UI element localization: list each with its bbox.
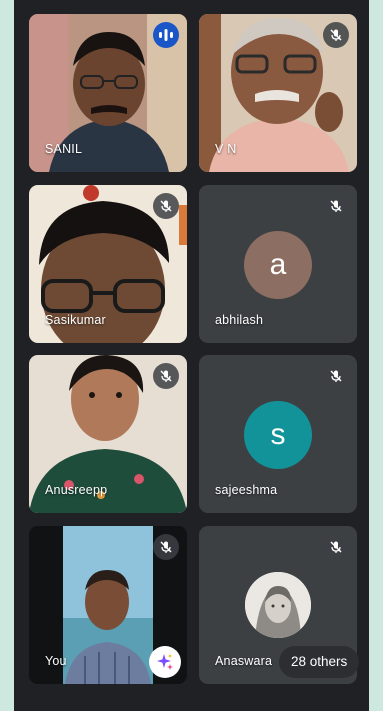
muted-indicator xyxy=(153,534,179,560)
participant-name: SANIL xyxy=(45,142,83,156)
participant-tile-v-n[interactable]: V N xyxy=(199,14,357,172)
participant-name: Anaswara xyxy=(215,654,273,668)
participant-name: abhilash xyxy=(215,313,264,327)
participant-tile-sasikumar[interactable]: Sasikumar xyxy=(29,185,187,343)
sparkle-icon xyxy=(157,654,173,670)
profile-photo xyxy=(245,572,311,638)
mic-off-icon xyxy=(330,370,342,382)
participant-tile-sajeeshma[interactable]: s sajeeshma xyxy=(199,355,357,513)
effects-button[interactable] xyxy=(149,646,181,678)
muted-indicator xyxy=(153,363,179,389)
muted-indicator xyxy=(323,534,349,560)
mic-off-icon xyxy=(160,370,172,382)
meeting-grid: SANIL V N Sasikumar a abhilash Anusreepp… xyxy=(14,0,369,711)
avatar xyxy=(245,572,311,638)
mic-off-icon xyxy=(330,29,342,41)
muted-indicator xyxy=(323,22,349,48)
participant-tile-anusreepp[interactable]: Anusreepp xyxy=(29,355,187,513)
participant-tile-sanil[interactable]: SANIL xyxy=(29,14,187,172)
muted-indicator xyxy=(323,193,349,219)
speaking-indicator xyxy=(153,22,179,48)
avatar: s xyxy=(244,401,312,469)
participant-tile-abhilash[interactable]: a abhilash xyxy=(199,185,357,343)
muted-indicator xyxy=(323,363,349,389)
participant-name: Anusreepp xyxy=(45,483,108,497)
mic-off-icon xyxy=(330,200,342,212)
others-button[interactable]: 28 others xyxy=(279,646,360,678)
avatar: a xyxy=(244,231,312,299)
participant-name: Sasikumar xyxy=(45,313,106,327)
participant-name: V N xyxy=(215,142,237,156)
mic-off-icon xyxy=(330,541,342,553)
mic-off-icon xyxy=(160,200,172,212)
audio-level-icon xyxy=(159,29,173,41)
participant-tile-you[interactable]: You xyxy=(29,526,187,684)
participant-name: sajeeshma xyxy=(215,483,278,497)
participant-name: You xyxy=(45,654,67,668)
mic-off-icon xyxy=(160,541,172,553)
muted-indicator xyxy=(153,193,179,219)
